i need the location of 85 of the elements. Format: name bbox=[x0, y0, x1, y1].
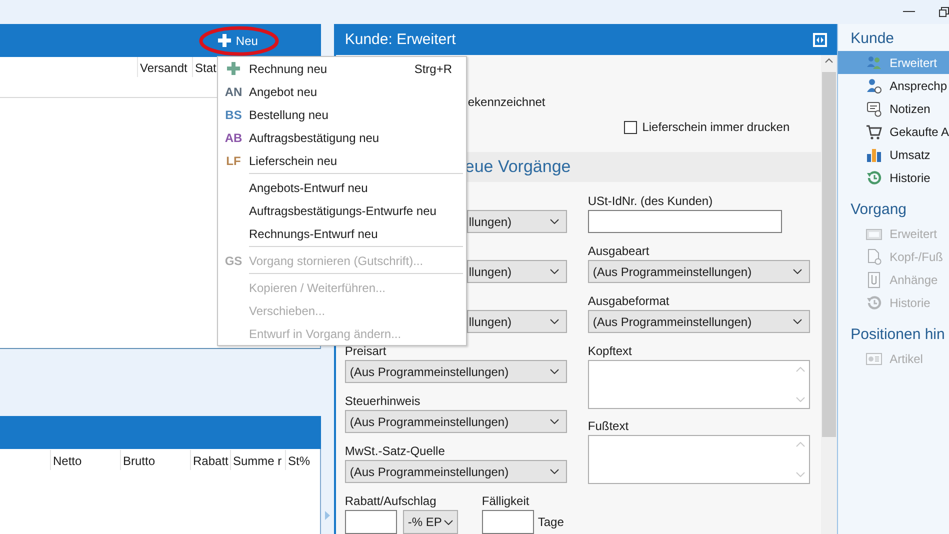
field-label: MwSt.-Satz-Quelle bbox=[344, 444, 445, 458]
shortcut-label: Strg+R bbox=[414, 62, 452, 76]
checkbox-label: ekennzeichnet bbox=[468, 95, 546, 109]
menu-item[interactable]: Rechnungs-Entwurf neu bbox=[218, 222, 466, 245]
scrollbar-thumb[interactable] bbox=[822, 72, 836, 437]
document-icon bbox=[866, 248, 882, 264]
expand-arrow-icon[interactable] bbox=[324, 511, 330, 520]
chevron-down-icon bbox=[444, 520, 453, 524]
menu-item[interactable]: AB Auftragsbestätigung neu bbox=[218, 126, 466, 149]
bar-chart-icon bbox=[866, 146, 882, 162]
column-header[interactable]: Netto bbox=[50, 450, 120, 470]
sidebar-item[interactable]: Historie bbox=[838, 166, 949, 189]
note-icon bbox=[866, 100, 882, 116]
field-label: Ausgabeart bbox=[588, 244, 650, 258]
discount-field[interactable] bbox=[344, 510, 397, 534]
document-type-code: LF bbox=[226, 154, 241, 168]
person-icon bbox=[866, 78, 882, 94]
restore-icon[interactable] bbox=[939, 7, 949, 17]
chevron-down-icon bbox=[550, 219, 559, 224]
document-type-code: GS bbox=[224, 254, 242, 268]
column-header[interactable]: Versandt bbox=[137, 57, 192, 77]
chevron-down-icon bbox=[792, 269, 802, 274]
sidebar-item[interactable]: Ansprechp bbox=[838, 74, 949, 97]
history-icon bbox=[866, 170, 882, 186]
scroll-up-icon[interactable] bbox=[824, 58, 833, 63]
column-header[interactable]: Summe r bbox=[230, 450, 285, 470]
menu-item[interactable]: Auftragsbestätigungs-Entwurfe neu bbox=[218, 199, 466, 222]
dropdown[interactable]: (Aus Programmeinstellungen) bbox=[344, 360, 567, 383]
menu-item[interactable]: Rechnung neu Strg+R bbox=[218, 57, 466, 80]
text-area[interactable] bbox=[588, 435, 810, 484]
field-label: Ausgabeformat bbox=[588, 294, 670, 308]
plus-icon bbox=[227, 62, 240, 75]
document-type-code: AN bbox=[224, 84, 242, 98]
menu-item[interactable]: AN Angebot neu bbox=[218, 80, 466, 103]
minimize-icon[interactable] bbox=[903, 11, 915, 13]
sidebar-item[interactable]: Notizen bbox=[838, 97, 949, 120]
dropdown[interactable]: llungen) bbox=[466, 260, 567, 283]
history-icon bbox=[866, 294, 882, 310]
scroll-down-icon[interactable] bbox=[796, 472, 806, 477]
field-label: Steuerhinweis bbox=[344, 394, 420, 408]
scroll-down-icon[interactable] bbox=[796, 397, 806, 402]
column-header[interactable]: St% bbox=[285, 450, 315, 470]
dropdown[interactable]: -% EP bbox=[402, 510, 458, 534]
due-days-field[interactable] bbox=[482, 510, 534, 534]
sidebar-heading: Positionen hin bbox=[850, 326, 946, 345]
document-type-code: AB bbox=[224, 130, 242, 144]
menu-item[interactable]: Angebots-Entwurf neu bbox=[218, 176, 466, 199]
chevron-down-icon bbox=[550, 269, 559, 274]
dropdown[interactable]: (Aus Programmeinstellungen) bbox=[344, 410, 567, 433]
delivery-note-checkbox[interactable]: Lieferschein immer drucken bbox=[624, 119, 790, 135]
card-icon bbox=[866, 350, 882, 366]
sidebar-item[interactable]: Gekaufte A bbox=[838, 120, 949, 143]
text-area[interactable] bbox=[588, 360, 810, 409]
column-header[interactable]: Rabatt bbox=[190, 450, 230, 470]
chevron-down-icon bbox=[792, 319, 802, 324]
sidebar-item[interactable]: Umsatz bbox=[838, 143, 949, 166]
field-label: Preisart bbox=[344, 344, 386, 358]
field-label: Fälligkeit bbox=[482, 494, 530, 508]
dropdown[interactable]: llungen) bbox=[466, 210, 567, 233]
people-icon bbox=[866, 54, 882, 70]
dropdown[interactable]: (Aus Programmeinstellungen) bbox=[344, 460, 567, 483]
field-label: Kopftext bbox=[588, 344, 632, 358]
field-label: USt-IdNr. (des Kunden) bbox=[588, 194, 713, 208]
chevron-down-icon bbox=[550, 419, 559, 424]
chevron-down-icon bbox=[550, 319, 559, 324]
dropdown[interactable]: (Aus Programmeinstellungen) bbox=[588, 260, 810, 283]
menu-item[interactable]: LF Lieferschein neu bbox=[218, 149, 466, 172]
chevron-down-icon bbox=[550, 469, 559, 474]
field-label: Fußtext bbox=[588, 419, 629, 433]
chevron-down-icon bbox=[550, 369, 559, 374]
unit-label: Tage bbox=[538, 515, 564, 529]
paperclip-icon bbox=[866, 272, 882, 288]
dropdown[interactable]: llungen) bbox=[466, 310, 567, 333]
menu-item[interactable]: BS Bestellung neu bbox=[218, 103, 466, 126]
sidebar-heading: Kunde bbox=[850, 30, 895, 49]
sidebar-heading: Vorgang bbox=[850, 201, 908, 220]
cart-icon bbox=[866, 124, 882, 140]
document-type-code: BS bbox=[225, 108, 242, 122]
dropdown[interactable]: (Aus Programmeinstellungen) bbox=[588, 310, 810, 333]
input-field[interactable] bbox=[588, 210, 782, 233]
column-header[interactable]: Brutto bbox=[120, 450, 190, 470]
field-label: Rabatt/Aufschlag bbox=[344, 494, 436, 508]
plus-icon bbox=[218, 34, 231, 47]
collapse-icon[interactable] bbox=[812, 32, 827, 46]
panel-title: Kunde: Erweitert bbox=[344, 31, 456, 48]
